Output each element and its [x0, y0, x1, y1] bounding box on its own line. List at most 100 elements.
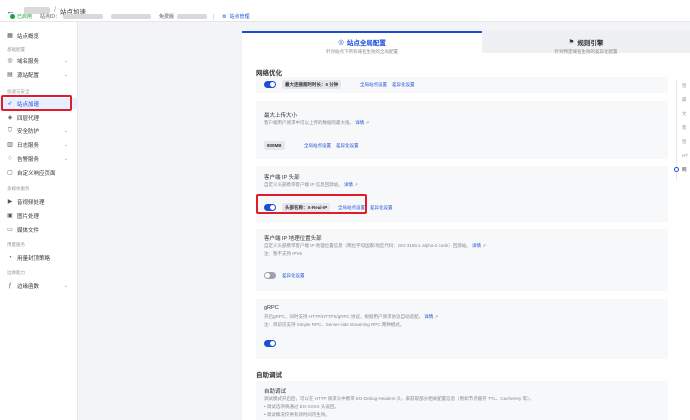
settings-icon: ⚙	[222, 13, 227, 20]
site-manage-link[interactable]: ⚙ 站点管理	[222, 13, 250, 21]
image-icon: ▣	[7, 212, 13, 219]
card-grpc: gRPC 开启gRPC，同时支持 HTTP/HTTPS/gRPC 协议，根据用户…	[256, 299, 668, 359]
sidebar-item[interactable]: ƒ 边缘函数 ⌄	[0, 280, 78, 291]
sidebar-group-label: 基础配置	[7, 47, 25, 52]
sidebar-item[interactable]: ▭ 媒体文件	[0, 224, 78, 235]
timeout-diff-link[interactable]: 差异化设置	[392, 82, 415, 88]
card-upload: 最大上传大小 客户端用户请求中可以上传的数据的最大值。 详情 ↗ 800MB 全…	[256, 101, 668, 159]
sidebar-item[interactable]: ⛉ 安全防护 ⌄	[0, 125, 78, 136]
upload-value: 800MB	[264, 141, 285, 150]
globe-icon: ◎	[7, 57, 13, 64]
plan-badge: 免费版	[159, 13, 208, 20]
anchor-current-marker	[674, 167, 679, 172]
status-badge: 已启用	[10, 13, 32, 20]
geo-toggle[interactable]	[264, 272, 276, 279]
anchor-item[interactable]: 客	[682, 125, 687, 131]
sidebar-item-label: 用量封顶策略	[17, 255, 51, 262]
sidebar-item[interactable]: ♢ 告警服务 ⌄	[0, 153, 78, 164]
site-info-bar: 已启用 站点ID： 免费版 ⚙ 站点管理	[0, 11, 690, 22]
sidebar-item[interactable]: ◎ 域名服务 ⌄	[0, 55, 78, 66]
flag-icon: ⚑	[568, 39, 575, 46]
chevron-down-icon: ⌄	[63, 71, 68, 78]
video-icon: ▶	[7, 198, 13, 205]
sidebar-item-label: 媒体文件	[17, 227, 40, 234]
globe-icon: ◎	[338, 39, 344, 46]
card-geo: 客户端 IP 地理位置头部 自定义头部携带客户端 IP 地理位置信息（两位字母国…	[256, 229, 668, 291]
tab-global-config[interactable]: ◎ 站点全局配置 针对站点下所有域名生效的全局配置	[242, 31, 482, 54]
site-id: 站点ID：	[40, 13, 104, 20]
card-timeout: 最大连接超时时长：5 分钟 全局站点设置 差异化设置	[256, 77, 668, 93]
anchor-line	[676, 80, 677, 180]
sidebar-item[interactable]: ▥ 日志服务 ⌄	[0, 139, 78, 150]
client-ip-diff-link[interactable]: 差异化设置	[370, 205, 393, 211]
anchor-item[interactable]: 网	[682, 167, 687, 173]
sidebar-item[interactable]: ▤ 源站配置 ⌄	[0, 69, 78, 80]
tab-bar: ◎ 站点全局配置 针对站点下所有域名生效的全局配置 ⚑ 规则引擎 针对特定域名生效的…	[242, 31, 690, 54]
chevron-down-icon: ⌄	[63, 141, 68, 148]
sidebar-item-label: 音视频处理	[17, 199, 45, 206]
grpc-toggle[interactable]	[264, 340, 276, 347]
anchor-item[interactable]: 智	[682, 83, 687, 89]
tab-rule-engine[interactable]: ⚑ 规则引擎 针对特定域名生效的差异化配置	[482, 31, 690, 54]
geo-note: 注：暂不支持 IPV6	[264, 251, 303, 256]
sidebar-item[interactable]: ▦ 站点概览	[0, 30, 78, 41]
main-panel: ◎ 站点全局配置 针对站点下所有域名生效的全局配置 ⚑ 规则引擎 针对特定域名生效的…	[242, 31, 690, 420]
debug-bullet-1: • 调试选项将通过 EO-XXXX 头返回。	[264, 404, 339, 409]
highlight-box	[256, 194, 367, 214]
upload-desc: 客户端用户请求中可以上传的数据的最大值。 详情 ↗	[264, 120, 370, 125]
grpc-desc: 开启gRPC，同时支持 HTTP/HTTPS/gRPC 协议，根据用户请求协议自…	[264, 314, 439, 319]
sidebar-item-label: 图片处理	[17, 213, 40, 220]
function-icon: ƒ	[8, 282, 12, 289]
chevron-down-icon: ⌄	[63, 155, 68, 162]
anchor-item[interactable]: 文	[682, 111, 687, 117]
sidebar-item[interactable]: ▢ 自定义响应页面	[0, 167, 78, 178]
upload-title: 最大上传大小	[264, 113, 298, 119]
sidebar-item-label: 站点概览	[17, 33, 40, 40]
check-icon	[10, 14, 15, 19]
debug-desc: 调试模式开启后，可以在 HTTP 请求头中携带 EO-Debug Headers…	[264, 396, 534, 401]
sidebar-item[interactable]: ◔ 用量封顶策略	[0, 252, 78, 263]
sidebar-item-label: 域名服务	[17, 58, 40, 65]
grid-icon: ▦	[7, 32, 13, 39]
geo-title: 客户端 IP 地理位置头部	[264, 236, 322, 242]
chevron-down-icon: ⌄	[63, 57, 68, 64]
timeout-toggle[interactable]	[264, 81, 276, 88]
sidebar-item-label: 边缘函数	[17, 283, 40, 290]
sidebar-item-label: 源站配置	[17, 72, 40, 79]
sidebar-group-label: 用量服务	[7, 242, 25, 247]
client-ip-title: 客户端 IP 头部	[264, 175, 300, 181]
sidebar-group-label: 多媒体服务	[7, 186, 30, 191]
bell-icon: ♢	[7, 155, 13, 162]
chevron-down-icon: ⌄	[63, 282, 68, 289]
upload-diff-link[interactable]: 差异化设置	[336, 143, 359, 149]
sidebar-item[interactable]: ◈ 四层代理	[0, 112, 78, 123]
server-icon: ▤	[7, 71, 13, 78]
layers-icon: ◈	[7, 114, 13, 121]
sidebar-highlight-box	[1, 95, 72, 111]
debug-bullet-2: • 调试概况仅供有效时间内生效。	[264, 412, 330, 417]
page-icon: ▢	[7, 169, 13, 176]
upload-global-link[interactable]: 全局站点设置	[304, 143, 331, 149]
shield-icon: ⛉	[7, 127, 13, 134]
client-ip-desc: 自定义头部携带客户端 IP 信息回源站。 详情 ↗	[264, 182, 358, 187]
grpc-title: gRPC	[264, 305, 279, 311]
debug-title: 自助调试	[264, 389, 287, 395]
card-debug: 自助调试 调试模式开启后，可以在 HTTP 请求头中携带 EO-Debug He…	[256, 381, 668, 420]
anchor-item[interactable]: 智	[682, 139, 687, 145]
sidebar-group-label: 边缘能力	[7, 270, 25, 275]
section-self-check: 自助调试	[256, 372, 282, 379]
grpc-note: 注：目前仅支持 Simple RPC、Server-side streaming…	[264, 322, 405, 327]
geo-diff-link[interactable]: 差异化设置	[282, 273, 305, 279]
sidebar-item-label: 日志服务	[17, 142, 40, 149]
sidebar-item[interactable]: ▶ 音视频处理	[0, 196, 78, 207]
sidebar-item-label: 自定义响应页面	[17, 170, 56, 177]
sidebar-item[interactable]: ▣ 图片处理	[0, 210, 78, 221]
anchor-item[interactable]: 最	[682, 97, 687, 103]
timeout-global-link[interactable]: 全局站点设置	[360, 82, 387, 88]
sidebar-item-label: 安全防护	[17, 128, 40, 135]
anchor-item[interactable]: HT	[682, 153, 688, 158]
log-icon: ▥	[7, 141, 13, 148]
chevron-down-icon: ⌄	[63, 127, 68, 134]
sidebar-item-label: 四层代理	[17, 115, 40, 122]
geo-desc: 自定义头部携带客户端 IP 地理位置信息（两位字母国家/地区代码：ISO 316…	[264, 243, 486, 248]
